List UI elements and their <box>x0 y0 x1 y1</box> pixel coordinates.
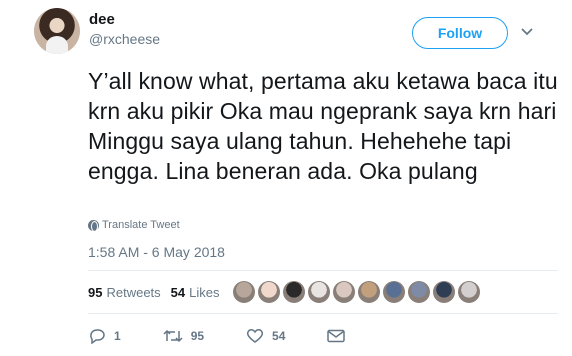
liker-avatar[interactable] <box>283 281 305 303</box>
heart-icon <box>246 329 264 343</box>
likers-avatars <box>233 281 480 303</box>
liker-avatar[interactable] <box>358 281 380 303</box>
tweet-stats: 95 Retweets 54 Likes <box>88 285 220 300</box>
liker-avatar[interactable] <box>258 281 280 303</box>
likes-count: 54 <box>170 285 186 300</box>
liker-avatar[interactable] <box>458 281 480 303</box>
retweet-icon <box>163 329 183 343</box>
retweet-count: 95 <box>190 329 205 343</box>
avatar[interactable] <box>34 8 80 54</box>
liker-avatar[interactable] <box>308 281 330 303</box>
liker-avatar[interactable] <box>333 281 355 303</box>
liker-avatar[interactable] <box>433 281 455 303</box>
follow-button[interactable]: Follow <box>412 17 508 49</box>
like-button[interactable]: 54 <box>246 328 285 344</box>
likes-label: Likes <box>189 285 220 300</box>
liker-avatar[interactable] <box>233 281 255 303</box>
tweet-timestamp[interactable]: 1:58 AM - 6 May 2018 <box>88 244 225 260</box>
direct-message-button[interactable] <box>327 329 346 343</box>
retweets-stat[interactable]: 95 Retweets <box>88 285 161 300</box>
retweets-count: 95 <box>88 285 103 300</box>
divider <box>88 270 558 271</box>
like-count: 54 <box>272 329 286 343</box>
tweet-text: Y’all know what, pertama aku ketawa baca… <box>88 68 558 184</box>
reply-count: 1 <box>114 329 121 343</box>
reply-button[interactable]: 1 <box>88 328 121 344</box>
globe-icon <box>88 219 99 232</box>
envelope-icon <box>327 329 346 343</box>
likes-stat[interactable]: 54 Likes <box>171 285 220 300</box>
translate-tweet-link[interactable]: Translate Tweet <box>88 219 180 232</box>
divider <box>88 313 558 314</box>
tweet-actions: 1 95 54 <box>88 328 387 344</box>
retweets-label: Retweets <box>106 285 161 300</box>
liker-avatar[interactable] <box>408 281 430 303</box>
retweet-button[interactable]: 95 <box>163 329 204 343</box>
caret-down-icon[interactable] <box>521 28 533 36</box>
display-name[interactable]: dee <box>89 11 115 28</box>
translate-label: Translate Tweet <box>102 219 180 231</box>
tweet-card: dee @rxcheese Follow Y’all know what, pe… <box>0 0 572 356</box>
reply-icon <box>90 329 105 344</box>
liker-avatar[interactable] <box>383 281 405 303</box>
user-handle[interactable]: @rxcheese <box>89 31 160 47</box>
